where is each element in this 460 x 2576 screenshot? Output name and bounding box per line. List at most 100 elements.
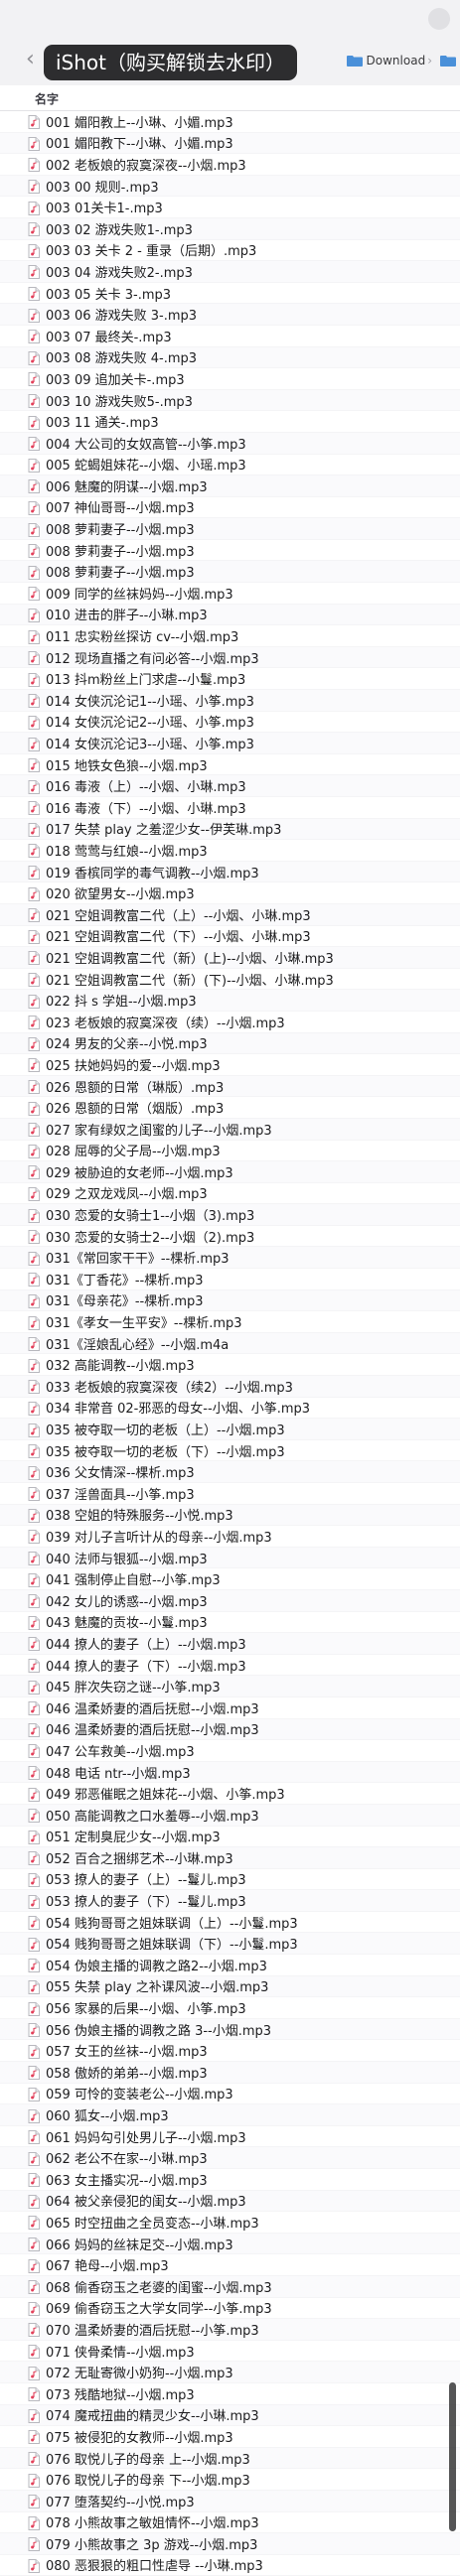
file-row[interactable]: 003 07 最终关-.mp3 xyxy=(0,326,460,347)
file-row[interactable]: 003 01关卡1-.mp3 xyxy=(0,197,460,218)
file-row[interactable]: 028 屈辱的父子局--小烟.mp3 xyxy=(0,1141,460,1162)
file-row[interactable]: 014 女侠沉沦记1--小瑶、小筝.mp3 xyxy=(0,690,460,712)
file-row[interactable]: 019 香槟同学的毒气调教--小烟.mp3 xyxy=(0,861,460,883)
file-row[interactable]: 026 恩额的日常（烟版）.mp3 xyxy=(0,1097,460,1119)
file-row[interactable]: 060 狐女--小烟.mp3 xyxy=(0,2104,460,2126)
file-row[interactable]: 054 贱狗哥哥之姐妹联调（下）--小鬘.mp3 xyxy=(0,1933,460,1956)
file-row[interactable]: 003 03 关卡 2 - 重录（后期）.mp3 xyxy=(0,240,460,262)
file-row[interactable]: 003 09 追加关卡-.mp3 xyxy=(0,368,460,390)
file-row[interactable]: 030 恋爱的女骑士1--小烟（3).mp3 xyxy=(0,1204,460,1226)
file-row[interactable]: 016 毒液（下）--小烟、小琳.mp3 xyxy=(0,797,460,819)
file-row[interactable]: 042 女儿的诱惑--小烟.mp3 xyxy=(0,1589,460,1612)
file-row[interactable]: 014 女侠沉沦记2--小瑶、小筝.mp3 xyxy=(0,712,460,734)
file-row[interactable]: 073 残酷地狱--小烟.mp3 xyxy=(0,2383,460,2405)
file-row[interactable]: 047 公车救美--小烟.mp3 xyxy=(0,1740,460,1762)
file-row[interactable]: 076 取悦儿子的母亲 上--小烟.mp3 xyxy=(0,2447,460,2470)
file-row[interactable]: 025 扶她妈妈的爱--小烟.mp3 xyxy=(0,1054,460,1076)
file-row[interactable]: 018 莺莺与红娘--小烟.mp3 xyxy=(0,840,460,862)
file-row[interactable]: 064 被父亲侵犯的闺女--小烟.mp3 xyxy=(0,2190,460,2213)
file-row[interactable]: 008 萝莉妻子--小烟.mp3 xyxy=(0,540,460,562)
file-row[interactable]: 003 06 游戏失败 3-.mp3 xyxy=(0,304,460,326)
file-row[interactable]: 062 老公不在家--小琳.mp3 xyxy=(0,2147,460,2169)
file-row[interactable]: 054 伪娘主播的调教之路2--小烟.mp3 xyxy=(0,1955,460,1976)
file-row[interactable]: 021 空姐调教富二代（下）--小烟、小琳.mp3 xyxy=(0,926,460,948)
file-row[interactable]: 013 抖m粉丝上门求虐--小鬘.mp3 xyxy=(0,668,460,691)
file-row[interactable]: 055 失禁 play 之补课风波--小烟.mp3 xyxy=(0,1975,460,1998)
file-row[interactable]: 061 妈妈勾引处男儿子--小烟.mp3 xyxy=(0,2126,460,2148)
file-row[interactable]: 003 00 规则-.mp3 xyxy=(0,175,460,198)
back-chevron-icon[interactable]: ‹ xyxy=(26,47,35,71)
file-row[interactable]: 065 时空扭曲之全员变态--小琳.mp3 xyxy=(0,2212,460,2234)
file-row[interactable]: 004 大公司的女奴高管--小筝.mp3 xyxy=(0,432,460,455)
file-row[interactable]: 075 被侵犯的女教师--小烟.mp3 xyxy=(0,2426,460,2448)
file-row[interactable]: 057 女王的丝袜--小烟.mp3 xyxy=(0,2040,460,2063)
file-row[interactable]: 053 撩人的妻子（下）--鬘儿.mp3 xyxy=(0,1890,460,1912)
file-row[interactable]: 054 贱狗哥哥之姐妹联调（上）--小鬘.mp3 xyxy=(0,1912,460,1934)
file-row[interactable]: 031《淫娘乱心经》--小烟.m4a xyxy=(0,1332,460,1355)
file-row[interactable]: 074 魔戒扭曲的精灵少女--小琳.mp3 xyxy=(0,2404,460,2427)
file-row[interactable]: 010 进击的胖子--小琳.mp3 xyxy=(0,604,460,626)
breadcrumb-download[interactable]: Download xyxy=(367,54,426,68)
file-row[interactable]: 036 父女情深--棵析.mp3 xyxy=(0,1461,460,1483)
file-row[interactable]: 069 偷香窃玉之大学女同学--小筝.mp3 xyxy=(0,2298,460,2320)
file-row[interactable]: 003 04 游戏失败2-.mp3 xyxy=(0,261,460,283)
file-row[interactable]: 063 女主播实况--小烟.mp3 xyxy=(0,2169,460,2191)
file-row[interactable]: 044 撩人的妻子（上）--小烟.mp3 xyxy=(0,1633,460,1655)
column-header-name[interactable]: 名字 xyxy=(0,85,460,111)
file-row[interactable]: 001 媚阳教上--小琳、小媚.mp3 xyxy=(0,111,460,133)
file-row[interactable]: 029 之双龙戏凤--小烟.mp3 xyxy=(0,1183,460,1205)
file-row[interactable]: 002 老板娘的寂寞深夜--小烟.mp3 xyxy=(0,154,460,176)
file-row[interactable]: 048 电话 ntr--小烟.mp3 xyxy=(0,1761,460,1784)
file-row[interactable]: 031《母亲花》--棵析.mp3 xyxy=(0,1289,460,1312)
file-row[interactable]: 045 胖次失窃之谜--小筝.mp3 xyxy=(0,1676,460,1697)
file-row[interactable]: 003 11 通关-.mp3 xyxy=(0,411,460,433)
file-row[interactable]: 080 恶狠狠的粗口性虐导 --小琳.mp3 xyxy=(0,2555,460,2576)
file-row[interactable]: 006 魅魔的阴谋--小烟.mp3 xyxy=(0,475,460,497)
file-row[interactable]: 050 高能调教之口水羞辱--小烟.mp3 xyxy=(0,1804,460,1827)
file-row[interactable]: 067 艳母--小烟.mp3 xyxy=(0,2254,460,2276)
file-row[interactable]: 008 萝莉妻子--小烟.mp3 xyxy=(0,561,460,584)
file-row[interactable]: 024 男友的父亲--小悦.mp3 xyxy=(0,1032,460,1055)
file-row[interactable]: 035 被夺取一切的老板（下）--小烟.mp3 xyxy=(0,1440,460,1462)
file-row[interactable]: 026 恩额的日常（琳版）.mp3 xyxy=(0,1075,460,1098)
file-row[interactable]: 031《孝女一生平安》--棵析.mp3 xyxy=(0,1311,460,1333)
file-row[interactable]: 072 无耻寄微小奶狗--小烟.mp3 xyxy=(0,2362,460,2383)
file-row[interactable]: 021 空姐调教富二代（新）(上)--小烟、小琳.mp3 xyxy=(0,947,460,969)
file-row[interactable]: 059 可怜的变装老公--小烟.mp3 xyxy=(0,2084,460,2105)
file-row[interactable]: 003 02 游戏失败1-.mp3 xyxy=(0,217,460,240)
file-row[interactable]: 022 抖 s 学姐--小烟.mp3 xyxy=(0,990,460,1012)
file-row[interactable]: 021 空姐调教富二代（上）--小烟、小琳.mp3 xyxy=(0,903,460,926)
file-row[interactable]: 079 小熊故事之 3p 游戏--小烟.mp3 xyxy=(0,2533,460,2555)
file-row[interactable]: 015 地铁女色狼--小烟.mp3 xyxy=(0,754,460,776)
file-row[interactable]: 049 邪恶催眠之姐妹花--小烟、小筝.mp3 xyxy=(0,1783,460,1805)
file-row[interactable]: 052 百合之捆绑艺术--小琳.mp3 xyxy=(0,1847,460,1869)
file-row[interactable]: 056 伪娘主播的调教之路 3--小烟.mp3 xyxy=(0,2018,460,2041)
file-row[interactable]: 039 对儿子言听计从的母亲--小烟.mp3 xyxy=(0,1526,460,1548)
file-row[interactable]: 007 神仙哥哥--小烟.mp3 xyxy=(0,497,460,519)
file-row[interactable]: 041 强制停止自慰--小筝.mp3 xyxy=(0,1568,460,1590)
file-row[interactable]: 078 小熊故事之敏姐情怀--小烟.mp3 xyxy=(0,2512,460,2534)
file-row[interactable]: 070 温柔娇妻的酒后抚慰--小筝.mp3 xyxy=(0,2319,460,2341)
file-row[interactable]: 038 空姐的特殊服务--小悦.mp3 xyxy=(0,1504,460,1527)
file-row[interactable]: 053 撩人的妻子（上）--鬘儿.mp3 xyxy=(0,1869,460,1891)
file-row[interactable]: 032 高能调教--小烟.mp3 xyxy=(0,1354,460,1377)
file-row[interactable]: 003 05 关卡 3-.mp3 xyxy=(0,283,460,305)
file-row[interactable]: 027 家有绿奴之闺蜜的儿子--小烟.mp3 xyxy=(0,1118,460,1141)
file-row[interactable]: 068 偷香窃玉之老婆的闺蜜--小烟.mp3 xyxy=(0,2275,460,2298)
file-row[interactable]: 021 空姐调教富二代（新）(下)--小烟、小琳.mp3 xyxy=(0,969,460,991)
file-row[interactable]: 008 萝莉妻子--小烟.mp3 xyxy=(0,518,460,540)
file-row[interactable]: 001 媚阳教下--小琳、小媚.mp3 xyxy=(0,132,460,155)
file-row[interactable]: 020 欲望男女--小烟.mp3 xyxy=(0,882,460,904)
file-row[interactable]: 011 忠实粉丝探访 cv--小烟.mp3 xyxy=(0,625,460,647)
file-row[interactable]: 071 侠骨柔情--小烟.mp3 xyxy=(0,2341,460,2363)
file-row[interactable]: 077 堕落契约--小悦.mp3 xyxy=(0,2490,460,2512)
file-row[interactable]: 014 女侠沉沦记3--小瑶、小筝.mp3 xyxy=(0,733,460,754)
window-corner-control[interactable] xyxy=(428,8,450,30)
file-row[interactable]: 033 老板娘的寂寞深夜（续2）--小烟.mp3 xyxy=(0,1376,460,1398)
file-row[interactable]: 012 现场直播之有问必答--小烟.mp3 xyxy=(0,646,460,669)
file-row[interactable]: 029 被胁迫的女老师--小烟.mp3 xyxy=(0,1161,460,1183)
file-row[interactable]: 046 温柔娇妻的酒后抚慰--小烟.mp3 xyxy=(0,1718,460,1741)
file-row[interactable]: 016 毒液（上）--小烟、小琳.mp3 xyxy=(0,775,460,797)
file-row[interactable]: 051 定制臭屁少女--小烟.mp3 xyxy=(0,1827,460,1848)
file-row[interactable]: 030 恋爱的女骑士2--小烟（2).mp3 xyxy=(0,1226,460,1248)
